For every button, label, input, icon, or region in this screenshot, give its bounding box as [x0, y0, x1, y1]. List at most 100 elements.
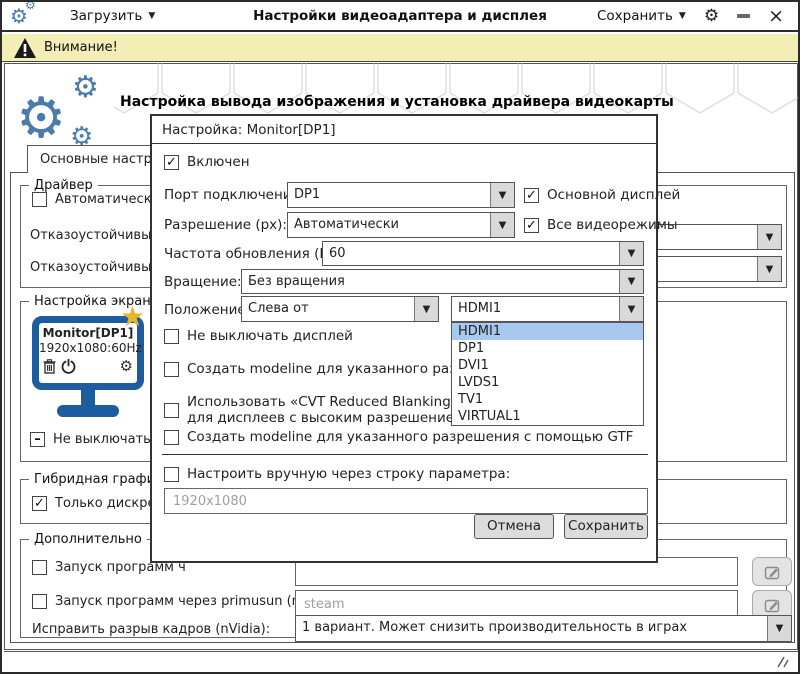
manual-label: Настроить вручную через строку параметра…: [187, 466, 511, 482]
checkbox-checked[interactable]: ✓: [32, 496, 47, 511]
checkbox-checked[interactable]: ✓: [524, 217, 539, 233]
dropdown-option[interactable]: DP1: [452, 340, 643, 357]
checkbox-checked[interactable]: ✓: [524, 187, 539, 203]
save-button[interactable]: Сохранить: [564, 514, 648, 539]
status-bar: [4, 651, 798, 672]
checkbox-indeterminate[interactable]: –: [30, 432, 45, 447]
pencil-icon: [764, 566, 780, 579]
warning-banner: Внимание!: [2, 34, 798, 62]
check-icon: ✓: [34, 496, 45, 511]
power-icon[interactable]: [61, 358, 76, 374]
title-bar: ⚙ ⚙ Настройки видеоадаптера и дисплея За…: [2, 2, 798, 32]
manual-param-input[interactable]: [164, 488, 648, 514]
rotation-label: Вращение:: [164, 274, 242, 290]
checkbox-checked[interactable]: ✓: [164, 154, 179, 170]
gear-icon: ⚙: [72, 70, 99, 105]
chevron-down-icon: ▼: [422, 303, 431, 315]
trash-icon[interactable]: [43, 358, 56, 374]
relative-display-dropdown-list[interactable]: HDMI1 DP1 DVI1 LVDS1 TV1 VIRTUAL1: [451, 322, 644, 426]
combo-arrow-button[interactable]: ▼: [490, 213, 514, 237]
combo-value: DP1: [294, 187, 321, 202]
gear-icon: ⚙: [25, 0, 36, 12]
chevron-down-icon: ▼: [678, 11, 686, 21]
combo-arrow-button[interactable]: ▼: [757, 225, 781, 249]
checkbox-unchecked[interactable]: [164, 466, 179, 482]
rotation-combo[interactable]: Без вращения ▼: [241, 269, 644, 294]
tear-fix-label: Исправить разрыв кадров (nVidia):: [32, 622, 271, 637]
combo-arrow-button[interactable]: ▼: [619, 242, 643, 265]
gtf-checkbox[interactable]: Создать modeline для указанного разрешен…: [164, 429, 633, 445]
combo-arrow-button[interactable]: ▼: [767, 616, 791, 641]
all-modes-checkbox[interactable]: ✓ Все видеорежимы: [524, 217, 678, 233]
enabled-label: Включен: [187, 154, 250, 170]
dropdown-option[interactable]: HDMI1: [452, 323, 643, 340]
port-label: Порт подключения:: [164, 187, 305, 203]
run-programs-input-2[interactable]: [295, 590, 738, 618]
resize-grip[interactable]: [772, 655, 790, 668]
combo-value: 60: [329, 246, 346, 261]
save-menu-button[interactable]: Сохранить ▼: [589, 5, 686, 27]
chevron-down-icon: ▼: [765, 231, 774, 243]
monitor-mode: 1920x1080:60Hz: [39, 341, 142, 355]
warning-icon: [14, 37, 36, 58]
monitor-settings-gear-icon[interactable]: ⚙: [120, 357, 133, 375]
checkbox-unchecked[interactable]: [164, 328, 179, 344]
chevron-down-icon: ▼: [627, 303, 636, 315]
position-label: Положение:: [164, 302, 251, 318]
checkbox-unchecked[interactable]: [164, 402, 179, 418]
dropdown-option[interactable]: LVDS1: [452, 374, 643, 391]
chevron-down-icon: ▼: [765, 263, 774, 275]
dlg-keep-display-checkbox[interactable]: Не выключать дисплей: [164, 328, 353, 344]
combo-value: Слева от: [248, 301, 309, 316]
enabled-checkbox[interactable]: ✓ Включен: [164, 154, 250, 170]
warning-text: Внимание!: [44, 40, 118, 55]
primary-display-checkbox[interactable]: ✓ Основной дисплей: [524, 187, 680, 203]
chevron-down-icon: ▼: [627, 276, 636, 287]
combo-arrow-button[interactable]: ▼: [757, 257, 781, 281]
minimize-button[interactable]: [737, 14, 751, 18]
resolution-combo[interactable]: Автоматически ▼: [287, 212, 515, 238]
close-button[interactable]: ×: [768, 6, 784, 26]
edit-button-1[interactable]: [752, 557, 792, 586]
relative-display-combo[interactable]: HDMI1 ▼: [451, 296, 644, 322]
checkbox-unchecked[interactable]: [164, 429, 179, 445]
cvt-checkbox[interactable]: Использовать «CVT Reduced Blanking» умен…: [164, 394, 499, 426]
check-icon: ✓: [526, 217, 537, 233]
primary-star-icon: ★: [120, 300, 146, 333]
combo-value: Без вращения: [248, 274, 345, 289]
position-combo[interactable]: Слева от ▼: [241, 296, 439, 322]
combo-arrow-button[interactable]: ▼: [619, 270, 643, 293]
dialog-title: Настройка: Monitor[DP1]: [152, 116, 656, 144]
chevron-down-icon: ▼: [498, 189, 507, 201]
refresh-combo[interactable]: 60 ▼: [322, 241, 644, 266]
dropdown-option[interactable]: TV1: [452, 391, 643, 408]
pencil-icon: [764, 599, 780, 612]
gtf-label: Создать modeline для указанного разрешен…: [187, 429, 634, 445]
primary-display-label: Основной дисплей: [547, 187, 681, 203]
dropdown-option[interactable]: DVI1: [452, 357, 643, 374]
chevron-down-icon: ▼: [148, 11, 156, 21]
checkbox-unchecked[interactable]: [164, 361, 179, 377]
checkbox-unchecked[interactable]: [32, 192, 47, 207]
monitor-stand-base: [57, 405, 119, 417]
driver-group-legend: Драйвер: [34, 178, 93, 193]
combo-value: Автоматически: [294, 217, 400, 232]
checkbox-unchecked[interactable]: [32, 560, 47, 575]
combo-arrow-button[interactable]: ▼: [490, 183, 514, 207]
load-menu-button[interactable]: Загрузить ▼: [62, 5, 163, 27]
chevron-down-icon: ▼: [498, 219, 507, 231]
chevron-down-icon: ▼: [627, 248, 636, 259]
settings-gear-icon[interactable]: ⚙: [704, 6, 719, 26]
check-icon: ✓: [166, 154, 177, 170]
combo-arrow-button[interactable]: ▼: [414, 297, 438, 321]
cancel-button[interactable]: Отмена: [474, 514, 554, 539]
dropdown-option[interactable]: VIRTUAL1: [452, 408, 643, 425]
refresh-label: Частота обновления (Hz):: [164, 246, 347, 262]
gear-icon: ⚙: [16, 86, 67, 151]
combo-arrow-button[interactable]: ▼: [619, 297, 643, 321]
port-combo[interactable]: DP1 ▼: [287, 182, 515, 208]
manual-checkbox[interactable]: Настроить вручную через строку параметра…: [164, 466, 510, 482]
monitor-settings-dialog: Настройка: Monitor[DP1] ✓ Включен Порт п…: [150, 114, 680, 563]
tear-fix-combo[interactable]: 1 вариант. Может снизить производительно…: [295, 615, 792, 642]
checkbox-unchecked[interactable]: [32, 594, 47, 609]
